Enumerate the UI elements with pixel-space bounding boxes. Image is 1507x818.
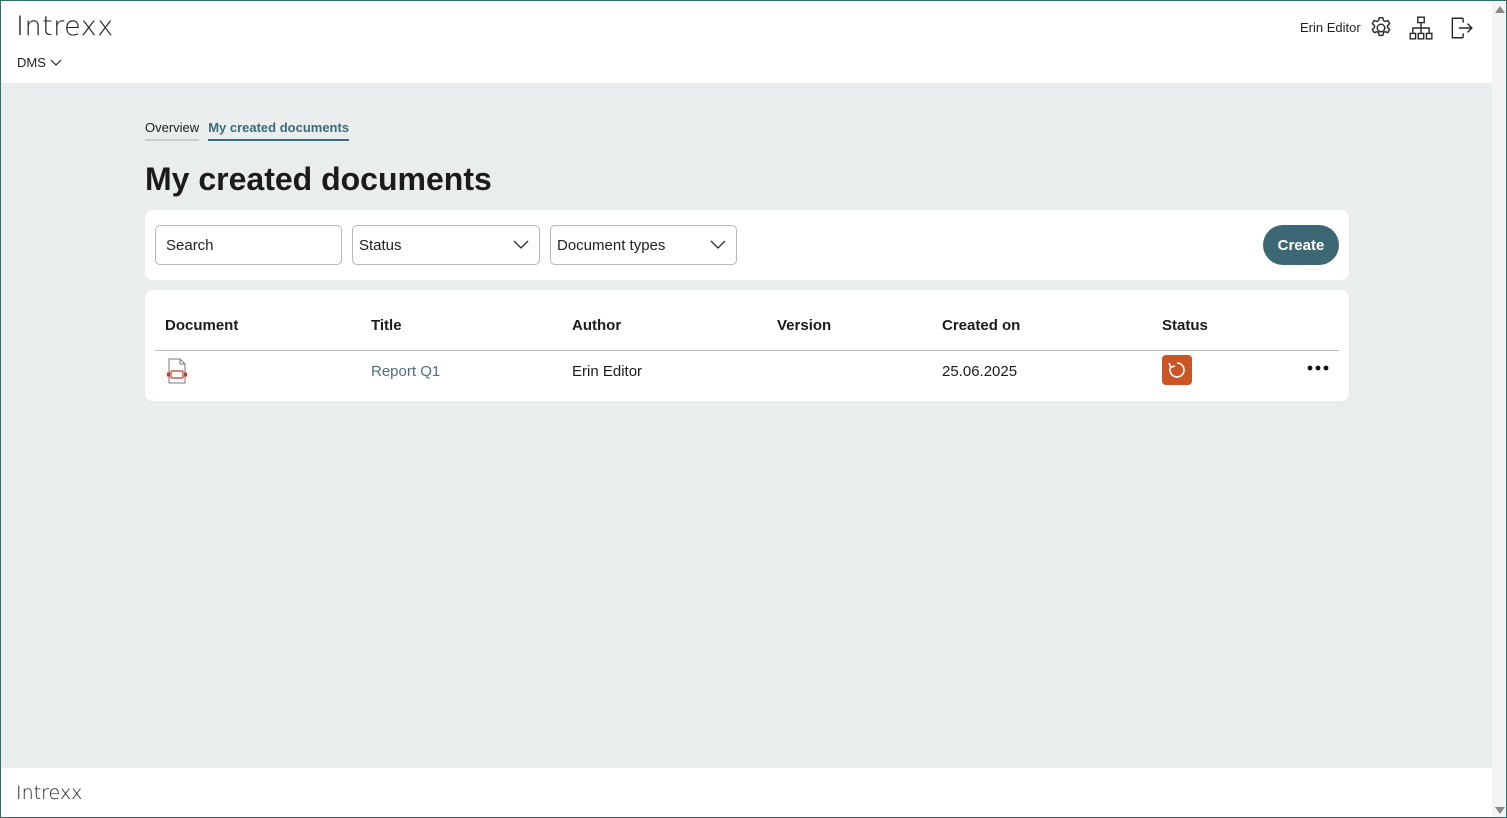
- logout-icon: [1451, 17, 1473, 39]
- document-types-label: Document types: [557, 236, 666, 254]
- scroll-up-arrow[interactable]: [1495, 6, 1505, 13]
- tab-bar: Overview My created documents: [145, 120, 350, 141]
- column-header-document[interactable]: Document: [165, 317, 238, 334]
- more-horizontal-icon: [1307, 365, 1329, 371]
- document-author: Erin Editor: [572, 363, 643, 380]
- status-badge: [1162, 355, 1192, 385]
- app-menu-label: DMS: [17, 55, 46, 70]
- tab-my-created-documents[interactable]: My created documents: [208, 120, 350, 141]
- footer: Intrexx: [1, 768, 1492, 817]
- column-header-created-on[interactable]: Created on: [942, 317, 1020, 334]
- document-types-select[interactable]: Document types: [550, 225, 737, 265]
- search-field[interactable]: [155, 225, 342, 265]
- document-title-link[interactable]: Report Q1: [371, 363, 440, 380]
- create-button[interactable]: Create: [1263, 225, 1339, 265]
- main-content: Overview My created documents My created…: [1, 83, 1492, 768]
- pdf-file-icon[interactable]: [165, 358, 189, 384]
- column-header-status[interactable]: Status: [1162, 317, 1208, 334]
- chevron-down-icon: [50, 59, 62, 66]
- settings-button[interactable]: [1367, 14, 1395, 42]
- app-menu-dropdown[interactable]: DMS: [17, 55, 62, 70]
- document-created-on: 25.06.2025: [942, 363, 1018, 380]
- page-title: My created documents: [145, 161, 492, 197]
- row-actions-button[interactable]: [1305, 356, 1331, 380]
- filter-bar: Status Document types Create: [145, 210, 1349, 280]
- search-input[interactable]: [166, 236, 331, 254]
- status-select-label: Status: [359, 236, 402, 254]
- tab-overview[interactable]: Overview: [145, 120, 200, 141]
- chevron-down-icon: [513, 240, 529, 249]
- user-name[interactable]: Erin Editor: [1300, 20, 1361, 35]
- logout-button[interactable]: [1447, 14, 1475, 42]
- page-scrollbar[interactable]: [1492, 1, 1506, 817]
- documents-table: Document Title Author Version Created on…: [145, 290, 1349, 401]
- intrexx-logo[interactable]: Intrexx: [16, 11, 114, 42]
- column-header-title[interactable]: Title: [371, 317, 402, 334]
- scroll-down-arrow[interactable]: [1495, 807, 1505, 814]
- chevron-down-icon: [710, 240, 726, 249]
- sitemap-button[interactable]: [1407, 14, 1435, 42]
- top-header: Intrexx DMS Erin Editor: [1, 1, 1492, 83]
- column-header-version[interactable]: Version: [777, 317, 831, 334]
- footer-logo[interactable]: Intrexx: [16, 782, 82, 804]
- table-header-divider: [155, 350, 1339, 351]
- sitemap-icon: [1409, 16, 1433, 40]
- browser-frame: Intrexx DMS Erin Editor Overview My crea…: [0, 0, 1507, 818]
- status-select[interactable]: Status: [352, 225, 540, 265]
- gear-icon: [1371, 17, 1391, 37]
- refresh-icon: [1168, 362, 1185, 378]
- column-header-author[interactable]: Author: [572, 317, 621, 334]
